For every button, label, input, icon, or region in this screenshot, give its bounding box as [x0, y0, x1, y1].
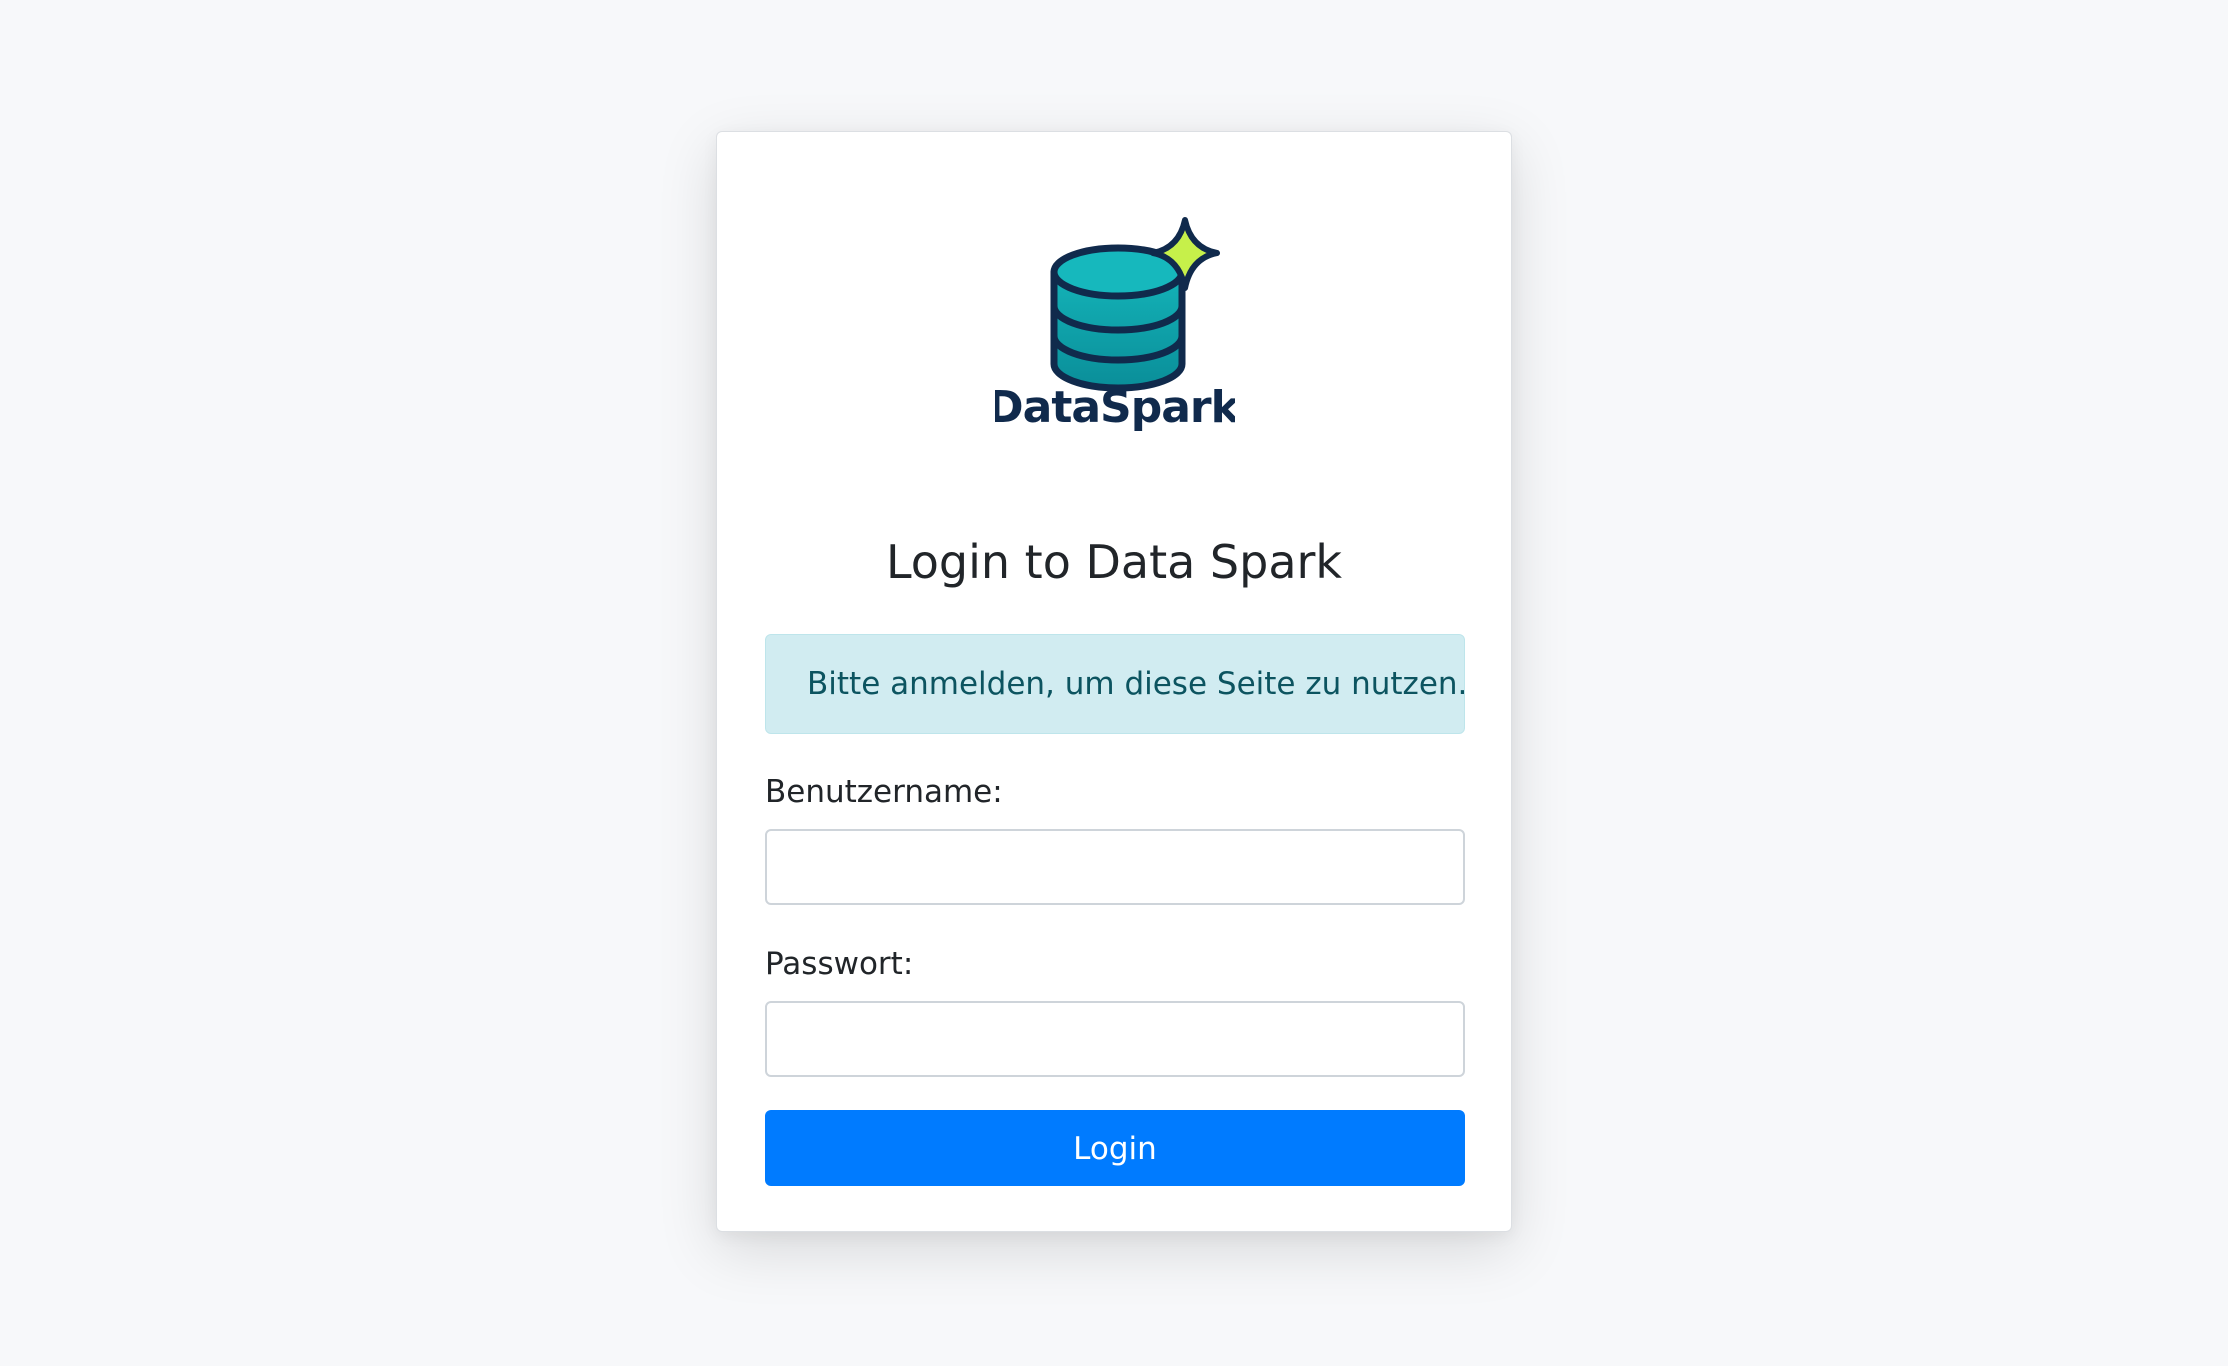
password-input[interactable]	[765, 1001, 1465, 1077]
login-card: DataSpark Login to Data Spark Bitte anme…	[716, 131, 1512, 1232]
brand-name: DataSpark	[995, 382, 1235, 432]
username-label: Benutzername:	[765, 774, 1003, 810]
info-alert: Bitte anmelden, um diese Seite zu nutzen…	[765, 634, 1467, 734]
username-input[interactable]	[765, 829, 1465, 905]
dataspark-logo: DataSpark	[995, 212, 1235, 432]
database-sparkle-icon: DataSpark	[995, 217, 1235, 432]
password-label: Passwort:	[765, 946, 914, 982]
login-button[interactable]: Login	[765, 1110, 1465, 1186]
page-title: Login to Data Spark	[885, 535, 1343, 589]
